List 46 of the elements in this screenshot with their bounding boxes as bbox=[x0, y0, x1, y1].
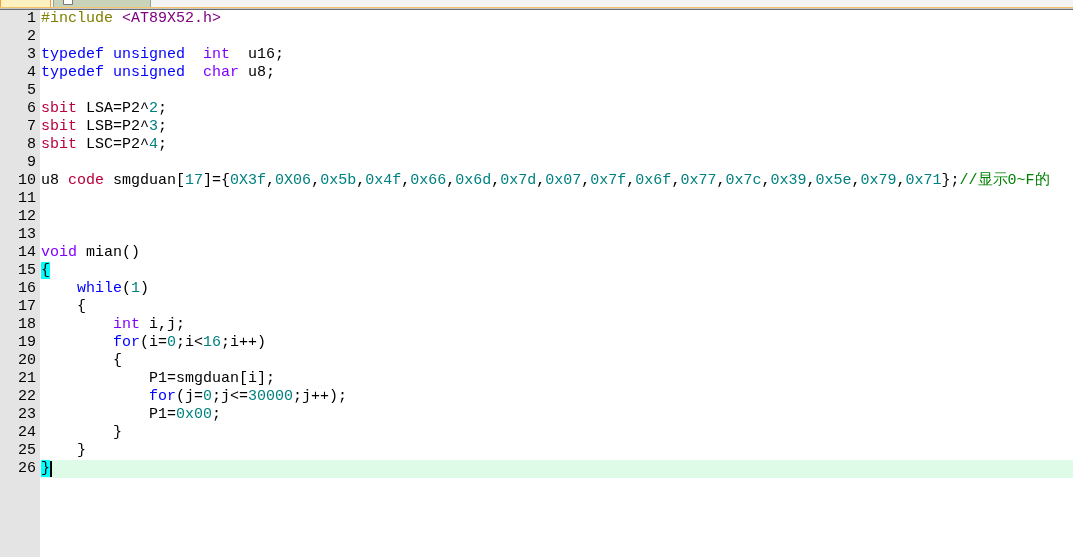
line-number: 24 bbox=[18, 424, 36, 442]
line-number: 19 bbox=[18, 334, 36, 352]
line-number: 4 bbox=[27, 64, 36, 82]
line-number: 7 bbox=[27, 118, 36, 136]
line-number: 17 bbox=[18, 298, 36, 316]
line-number: 18 bbox=[18, 316, 36, 334]
line-number: 10 bbox=[18, 172, 36, 190]
code-line: #include <AT89X52.h> bbox=[41, 10, 222, 28]
code-line: for(i=0;i<16;i++) bbox=[113, 334, 267, 352]
line-number: 14 bbox=[18, 244, 36, 262]
line-number: 25 bbox=[18, 442, 36, 460]
line-number: 20 bbox=[18, 352, 36, 370]
code-line: } bbox=[113, 424, 123, 442]
code-line: sbit LSA=P2^2; bbox=[41, 100, 168, 118]
code-line: while(1) bbox=[77, 280, 150, 298]
line-number: 6 bbox=[27, 100, 36, 118]
line-number: 11 bbox=[18, 190, 36, 208]
code-line: P1=0x00; bbox=[149, 406, 222, 424]
text-cursor bbox=[50, 461, 52, 477]
code-line: sbit LSB=P2^3; bbox=[41, 118, 168, 136]
line-number: 21 bbox=[18, 370, 36, 388]
line-number: 23 bbox=[18, 406, 36, 424]
line-number: 16 bbox=[18, 280, 36, 298]
editor-tab[interactable] bbox=[53, 0, 151, 7]
line-number: 1 bbox=[27, 10, 36, 28]
line-number: 9 bbox=[27, 154, 36, 172]
line-number: 3 bbox=[27, 46, 36, 64]
line-number: 15 bbox=[18, 262, 36, 280]
line-number: 2 bbox=[27, 28, 36, 46]
code-line: u8 code smgduan[17]={0X3f,0X06,0x5b,0x4f,0x66,0x6d,0x7d,0x07,0x7f,0x6f,0x77,0x7c,0x39,0x5e,0x79,0x71};//显示0~F的 bbox=[41, 172, 1050, 190]
line-number: 13 bbox=[18, 226, 36, 244]
line-number: 12 bbox=[18, 208, 36, 226]
code-line: { bbox=[113, 352, 123, 370]
code-line: sbit LSC=P2^4; bbox=[41, 136, 168, 154]
line-number: 26 bbox=[18, 460, 36, 478]
code-line: void mian() bbox=[41, 244, 141, 262]
line-number: 22 bbox=[18, 388, 36, 406]
line-number: 8 bbox=[27, 136, 36, 154]
code-line: typedef unsigned int u16; bbox=[41, 46, 285, 64]
code-line: { bbox=[77, 298, 87, 316]
code-line: } bbox=[77, 442, 87, 460]
code-line: for(j=0;j<=30000;j++); bbox=[149, 388, 348, 406]
code-line: int i,j; bbox=[113, 316, 186, 334]
line-number: 5 bbox=[27, 82, 36, 100]
code-line: P1=smgduan[i]; bbox=[149, 370, 276, 388]
code-line: typedef unsigned char u8; bbox=[41, 64, 276, 82]
